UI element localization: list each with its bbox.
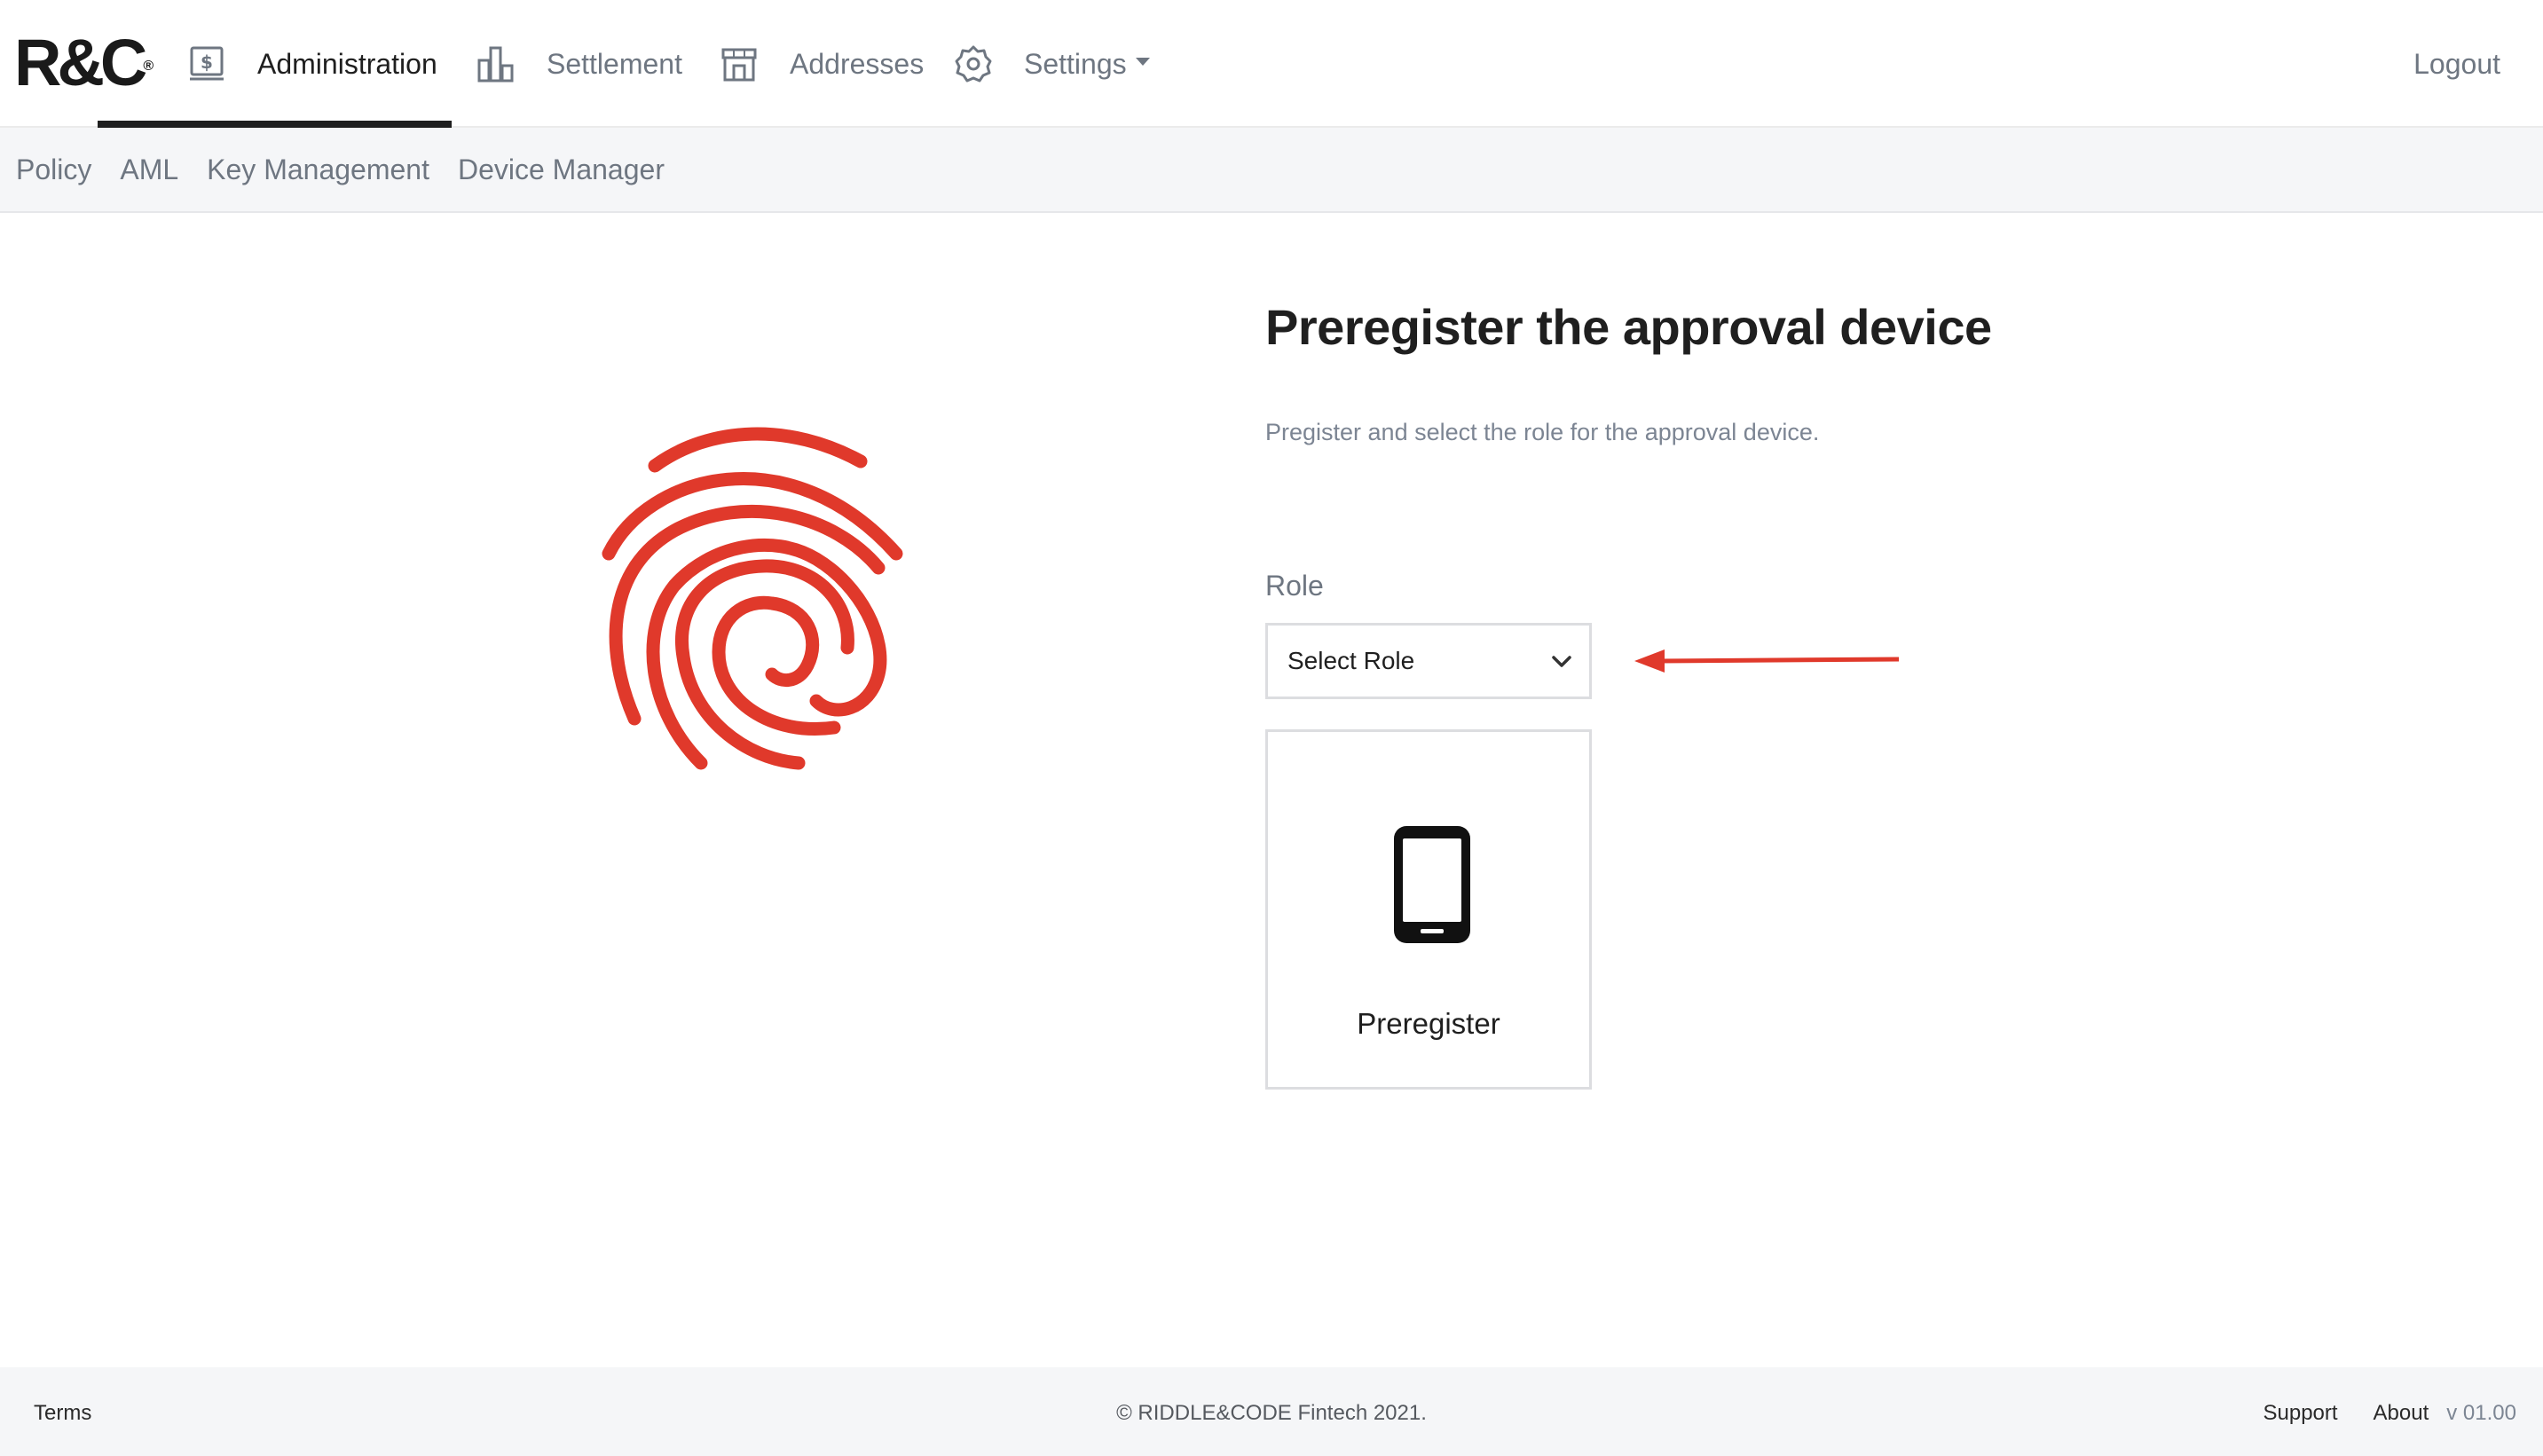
bar-chart-icon: [476, 43, 516, 84]
subnav-item-key-management[interactable]: Key Management: [207, 153, 429, 186]
storefront-icon: [719, 43, 760, 84]
fingerprint-icon: [602, 427, 903, 770]
role-select-value: Select Role: [1287, 647, 1415, 674]
role-label: Role: [1265, 570, 1324, 602]
nav-item-addresses[interactable]: Addresses: [719, 0, 924, 128]
top-navbar: R&C® $ Administration Settlement Address…: [0, 0, 2543, 128]
brand-logo[interactable]: R&C®: [14, 30, 154, 96]
nav-label-settlement: Settlement: [547, 47, 682, 80]
nav-item-settings[interactable]: Settings: [953, 0, 1150, 128]
dollar-document-icon: $: [186, 43, 227, 84]
arrow-left-icon: [1634, 649, 1899, 673]
preregister-card[interactable]: Preregister: [1265, 729, 1592, 1090]
page-title: Preregister the approval device: [1265, 299, 1992, 355]
version-text: v 01.00: [2446, 1401, 2516, 1425]
subnav-item-policy[interactable]: Policy: [16, 153, 91, 186]
nav-label-settings: Settings: [1024, 47, 1127, 80]
nav-item-settlement[interactable]: Settlement: [476, 0, 682, 128]
nav-label-addresses: Addresses: [790, 47, 925, 80]
caret-down-icon: [1135, 57, 1150, 66]
about-link[interactable]: About: [2374, 1401, 2429, 1426]
subnav-item-aml[interactable]: AML: [120, 153, 178, 186]
logout-link[interactable]: Logout: [2413, 0, 2500, 128]
support-link[interactable]: Support: [2263, 1401, 2337, 1426]
footer: Terms © RIDDLE&CODE Fintech 2021. Suppor…: [0, 1367, 2543, 1456]
copyright-text: © RIDDLE&CODE Fintech 2021.: [1116, 1401, 1427, 1425]
smartphone-icon: [1394, 826, 1470, 943]
preregister-label: Preregister: [1357, 1007, 1500, 1040]
gear-icon: [953, 43, 994, 84]
chevron-down-icon: [1552, 656, 1571, 667]
nav-item-administration[interactable]: $ Administration: [98, 0, 452, 128]
svg-text:$: $: [201, 51, 213, 73]
sub-navbar: Policy AML Key Management Device Manager: [0, 128, 2543, 213]
nav-label-administration: Administration: [257, 47, 437, 80]
page-subtitle: Pregister and select the role for the ap…: [1265, 419, 1820, 445]
subnav-item-device-manager[interactable]: Device Manager: [458, 153, 665, 186]
role-select[interactable]: Select Role: [1265, 623, 1592, 699]
